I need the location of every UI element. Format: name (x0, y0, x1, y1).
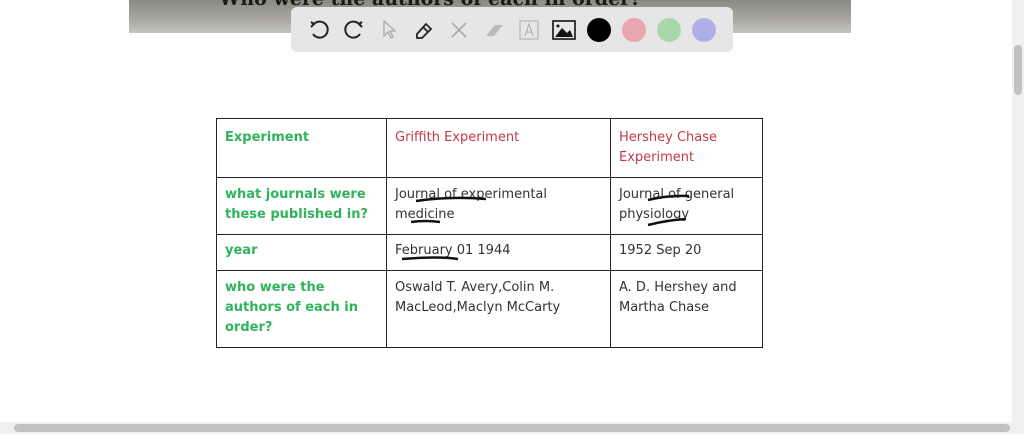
table-row: year February 01 1944 1952 Sep 20 (216, 234, 763, 271)
table-cell: February 01 1944 (386, 234, 611, 271)
table-row: what journals were these published in? J… (216, 177, 763, 235)
table-cell: Oswald T. Avery,Colin M. MacLeod,Maclyn … (386, 270, 611, 348)
color-pink[interactable] (616, 15, 651, 45)
row-label: what journals were these published in? (216, 177, 387, 235)
header-cell: Hershey Chase Experiment (610, 118, 763, 178)
undo-icon[interactable] (301, 15, 336, 45)
color-purple[interactable] (686, 15, 721, 45)
vertical-scroll-thumb[interactable] (1014, 45, 1022, 95)
table-cell: 1952 Sep 20 (610, 234, 763, 271)
pointer-icon[interactable] (371, 15, 406, 45)
header-cell: Griffith Experiment (386, 118, 611, 178)
table-cell: Journal of general physiology (610, 177, 763, 235)
horizontal-scroll-thumb[interactable] (14, 424, 1010, 432)
row-label: year (216, 234, 387, 271)
table-cell: Journal of experimental medicine (386, 177, 611, 235)
image-icon[interactable] (546, 15, 581, 45)
vertical-scrollbar[interactable] (1012, 0, 1024, 422)
experiment-table: Experiment Griffith Experiment Hershey C… (216, 118, 763, 348)
row-label: who were the authors of each in order? (216, 270, 387, 348)
tools-icon[interactable] (441, 15, 476, 45)
redo-icon[interactable] (336, 15, 371, 45)
color-black[interactable] (581, 15, 616, 45)
table-row: who were the authors of each in order? O… (216, 270, 763, 348)
drawing-toolbar (291, 7, 733, 52)
eraser-icon[interactable] (476, 15, 511, 45)
color-green[interactable] (651, 15, 686, 45)
pen-icon[interactable] (406, 15, 441, 45)
table-header-row: Experiment Griffith Experiment Hershey C… (216, 118, 763, 178)
table-cell: A. D. Hershey and Martha Chase (610, 270, 763, 348)
header-cell: Experiment (216, 118, 387, 178)
horizontal-scrollbar[interactable] (0, 422, 1024, 434)
text-icon[interactable] (511, 15, 546, 45)
